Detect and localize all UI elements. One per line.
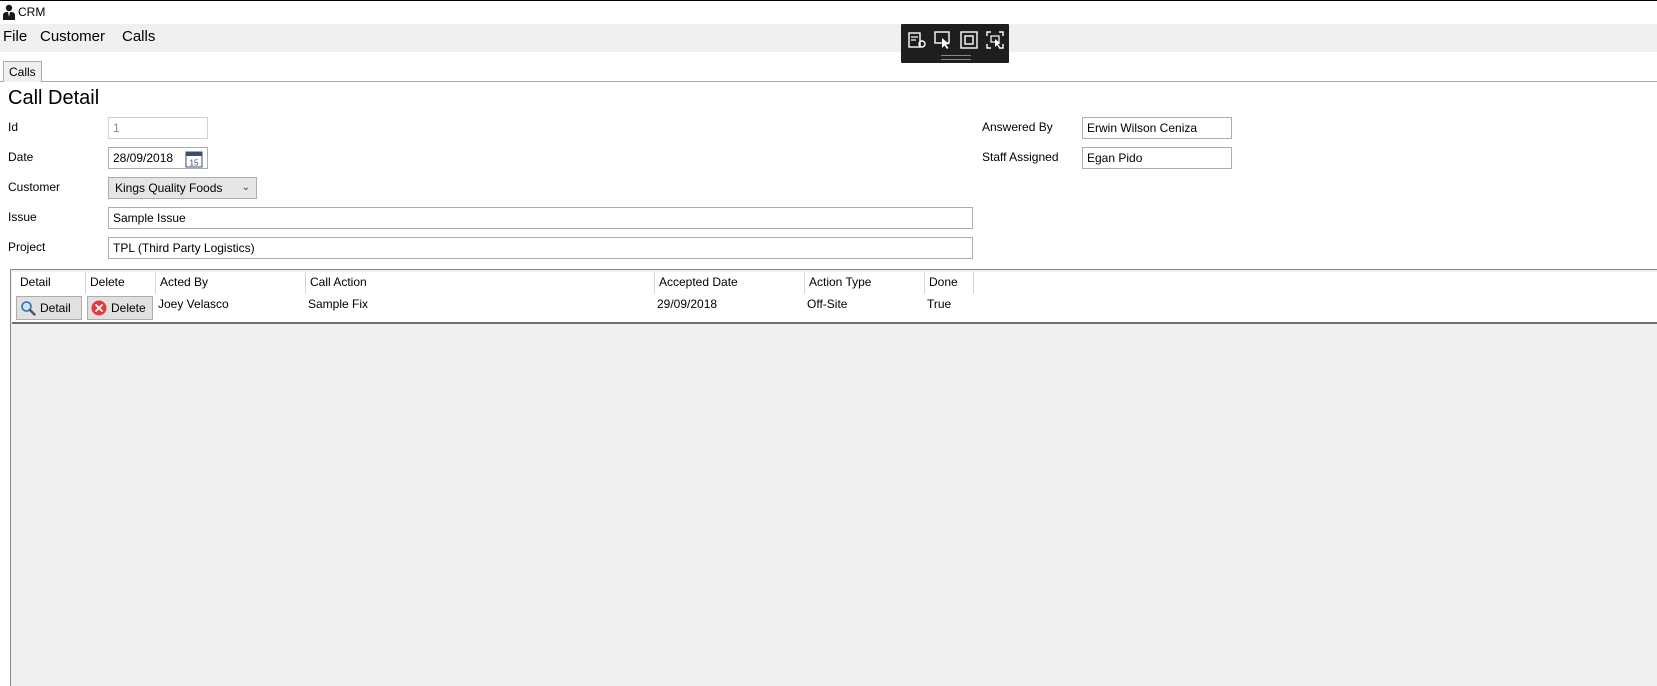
col-separator[interactable] [155, 272, 156, 294]
calendar-icon[interactable]: 15 [185, 150, 203, 168]
col-header-done[interactable]: Done [929, 275, 958, 289]
project-field[interactable]: TPL (Third Party Logistics) [108, 237, 973, 259]
table-row[interactable]: Detail Delete Joey Velasco Sample Fix 29… [12, 294, 1657, 324]
col-header-call-action[interactable]: Call Action [310, 275, 367, 289]
cell-call-action: Sample Fix [308, 297, 369, 311]
col-separator[interactable] [305, 272, 306, 294]
row-detail-label: Detail [40, 301, 71, 315]
grid-header: Detail Delete Acted By Call Action Accep… [12, 272, 1657, 295]
col-separator[interactable] [804, 272, 805, 294]
person-icon [3, 4, 15, 20]
date-picker[interactable]: 28/09/2018 15 [108, 147, 208, 169]
answered-by-label: Answered By [982, 120, 1053, 134]
delete-x-icon [91, 300, 107, 316]
col-header-acted-by[interactable]: Acted By [160, 275, 208, 289]
chevron-down-icon: ⌄ [241, 182, 250, 193]
cell-acted-by: Joey Velasco [158, 297, 229, 311]
issue-label: Issue [8, 210, 37, 224]
date-label: Date [8, 150, 34, 164]
cell-done: True [927, 297, 952, 311]
col-separator[interactable] [924, 272, 925, 294]
magnifier-icon [21, 301, 36, 316]
menu-calls[interactable]: Calls [122, 28, 155, 45]
project-label: Project [8, 240, 46, 254]
col-header-detail[interactable]: Detail [20, 275, 51, 289]
col-separator[interactable] [85, 272, 86, 294]
col-separator[interactable] [654, 272, 655, 294]
row-delete-button[interactable]: Delete [87, 296, 153, 320]
calendar-day: 15 [190, 159, 199, 168]
answered-by-field[interactable]: Erwin Wilson Ceniza [1082, 117, 1232, 139]
select-element-icon[interactable] [933, 30, 953, 50]
customer-combobox[interactable]: Kings Quality Foods ⌄ [108, 177, 257, 199]
staff-assigned-field[interactable]: Egan Pido [1082, 147, 1232, 169]
date-value: 28/09/2018 [113, 151, 174, 165]
toolbar-grip[interactable] [941, 55, 971, 60]
issue-field[interactable]: Sample Issue [108, 207, 973, 229]
cell-accepted-date: 29/09/2018 [657, 297, 718, 311]
row-detail-button[interactable]: Detail [16, 296, 82, 320]
col-separator[interactable] [973, 272, 974, 294]
track-focused-element-icon[interactable] [985, 30, 1005, 50]
id-label: Id [8, 120, 19, 134]
menu-customer[interactable]: Customer [40, 28, 105, 45]
staff-assigned-label: Staff Assigned [982, 150, 1059, 164]
live-visual-tree-icon[interactable] [907, 30, 927, 50]
display-layout-adorners-icon[interactable] [959, 30, 979, 50]
customer-selected-value: Kings Quality Foods [115, 181, 223, 195]
xaml-debug-toolbar [901, 24, 1009, 63]
row-delete-label: Delete [111, 301, 146, 315]
tab-calls[interactable]: Calls [3, 61, 42, 82]
cell-action-type: Off-Site [807, 297, 848, 311]
title-bar [0, 0, 1657, 25]
col-header-action-type[interactable]: Action Type [809, 275, 871, 289]
customer-label: Customer [8, 180, 61, 194]
col-header-accepted-date[interactable]: Accepted Date [659, 275, 738, 289]
tab-strip-border [0, 81, 1657, 82]
menu-bar: File Customer Calls [0, 24, 1657, 52]
col-header-delete[interactable]: Delete [90, 275, 125, 289]
window-title: CRM [18, 5, 46, 19]
id-field: 1 [108, 117, 208, 139]
calls-action-grid [10, 269, 1657, 686]
page-title: Call Detail [8, 87, 100, 109]
menu-file[interactable]: File [3, 28, 27, 45]
